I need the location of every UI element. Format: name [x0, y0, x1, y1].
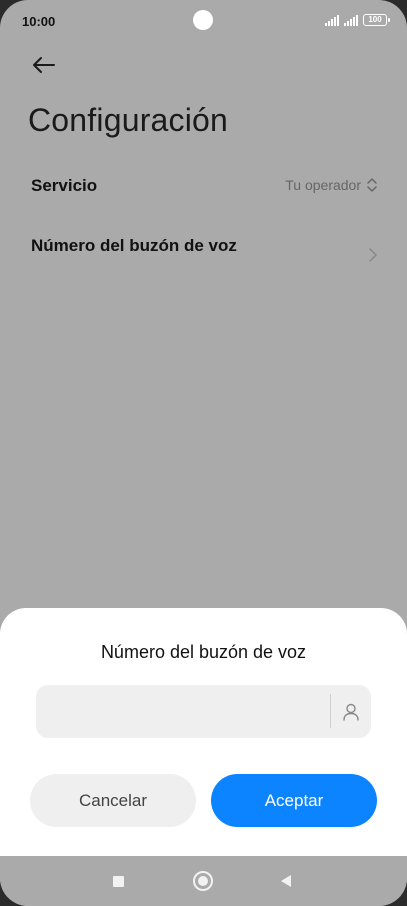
input-divider: [330, 694, 331, 728]
voicemail-number-input-wrap: [36, 685, 371, 738]
recents-icon[interactable]: [113, 876, 124, 887]
service-value-text: Tu operador: [285, 177, 361, 193]
arrow-left-icon: [33, 57, 55, 73]
home-icon[interactable]: [193, 871, 213, 891]
battery-icon: 100: [363, 14, 390, 26]
chevron-up-down-icon: [367, 178, 377, 192]
status-bar: 10:00 100: [0, 0, 407, 44]
signal-icon: [344, 14, 358, 26]
chevron-right-icon: [369, 248, 377, 262]
contacts-button[interactable]: [338, 699, 364, 725]
cancel-button[interactable]: Cancelar: [30, 774, 196, 827]
battery-level: 100: [368, 15, 382, 24]
page-title: Configuración: [28, 102, 229, 138]
phone-screen: 10:00 100 Configuración Servicio Tu oper…: [0, 0, 407, 906]
voicemail-number-input[interactable]: [36, 685, 326, 738]
back-triangle-icon[interactable]: [281, 875, 291, 887]
voicemail-number-dialog: Número del buzón de voz Cancelar Aceptar: [0, 608, 407, 856]
voicemail-number-label: Número del buzón de voz: [31, 236, 237, 255]
person-icon: [343, 703, 359, 721]
status-time: 10:00: [22, 14, 56, 29]
dialog-title: Número del buzón de voz: [100, 642, 307, 662]
back-button[interactable]: [28, 50, 60, 82]
navigation-bar: [0, 856, 407, 906]
signal-icon: [325, 14, 339, 26]
service-row[interactable]: Servicio Tu operador: [0, 160, 407, 214]
service-value: Tu operador: [285, 177, 377, 193]
front-camera: [193, 10, 213, 30]
voicemail-number-row[interactable]: Número del buzón de voz: [0, 220, 407, 290]
accept-button[interactable]: Aceptar: [211, 774, 377, 827]
service-label: Servicio: [31, 176, 98, 195]
status-icons: 100: [325, 14, 390, 26]
